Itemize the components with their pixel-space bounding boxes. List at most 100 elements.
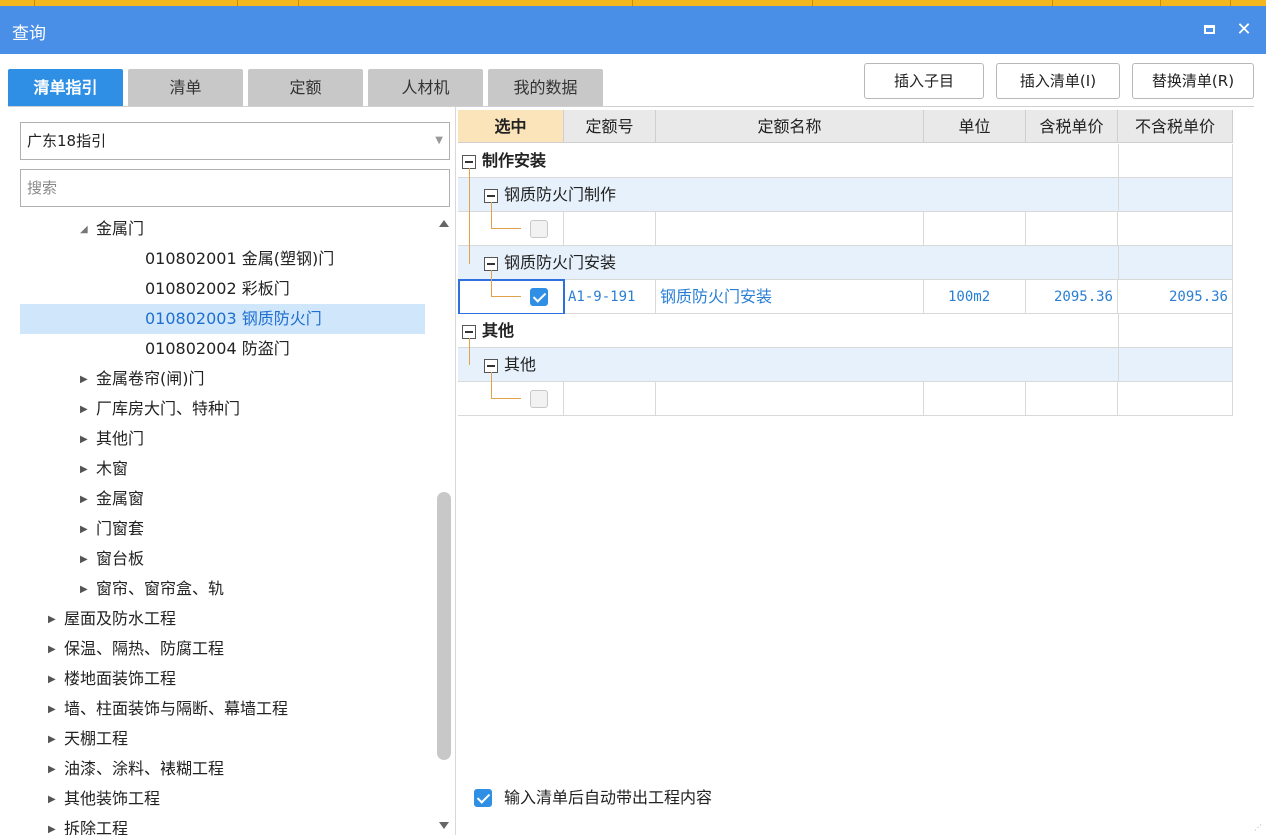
tree-node[interactable]: ▶ 保温、隔热、防腐工程 <box>48 634 224 664</box>
scroll-down-icon[interactable] <box>439 822 449 829</box>
tree-node-metal-door[interactable]: ◢ 金属门 <box>80 214 144 244</box>
tab-list[interactable]: 清单 <box>128 69 243 107</box>
quota-name: 钢质防火门安装 <box>656 280 924 314</box>
cell-focus <box>458 279 565 315</box>
quota-row[interactable] <box>458 212 1233 246</box>
chevron-down-icon: ▼ <box>435 135 443 146</box>
column-header-code[interactable]: 定额号 <box>564 110 656 143</box>
scrollbar-thumb[interactable] <box>437 492 451 760</box>
tree-node[interactable]: ▶ 墙、柱面装饰与隔断、幕墙工程 <box>48 694 288 724</box>
insert-list-button[interactable]: 插入清单(I) <box>996 63 1120 99</box>
collapsed-triangle-icon[interactable]: ▶ <box>48 755 64 785</box>
subgroup-row[interactable]: 其他 <box>458 348 1233 382</box>
auto-bring-content-checkbox[interactable] <box>474 789 492 807</box>
tree-node[interactable]: ▶ 门窗套 <box>80 514 144 544</box>
tree-node[interactable]: ▶ 其他门 <box>80 424 144 454</box>
tree-node[interactable]: ▶ 金属卷帘(闸)门 <box>80 364 205 394</box>
collapse-icon[interactable] <box>462 324 476 339</box>
tree-node-item-selected[interactable]: 010802003 钢质防火门 <box>20 304 425 334</box>
column-header-price-tax[interactable]: 含税单价 <box>1026 110 1118 143</box>
tree-node[interactable]: ▶ 窗帘、窗帘盒、轨 <box>80 574 224 604</box>
tree-connector <box>469 168 470 195</box>
quota-price-tax: 2095.36 <box>1026 280 1118 314</box>
column-header-selected[interactable]: 选中 <box>458 110 564 143</box>
quota-panel: 选中 定额号 定额名称 单位 含税单价 不含税单价 制作安装 钢质防火门制作 钢… <box>458 107 1266 835</box>
group-row[interactable]: 制作安装 <box>458 144 1233 178</box>
collapsed-triangle-icon[interactable]: ▶ <box>80 545 96 575</box>
collapsed-triangle-icon[interactable]: ▶ <box>80 515 96 545</box>
collapsed-triangle-icon[interactable]: ▶ <box>80 395 96 425</box>
maximize-icon[interactable] <box>1198 18 1222 42</box>
collapsed-triangle-icon[interactable]: ▶ <box>48 665 64 695</box>
collapse-icon[interactable] <box>484 256 498 271</box>
auto-bring-content-label: 输入清单后自动带出工程内容 <box>504 788 713 807</box>
collapsed-triangle-icon[interactable]: ▶ <box>48 635 64 665</box>
insert-child-button[interactable]: 插入子目 <box>864 63 984 99</box>
guide-select-value: 广东18指引 <box>27 132 107 150</box>
tree-connector <box>491 270 492 296</box>
replace-list-button[interactable]: 替换清单(R) <box>1132 63 1254 99</box>
column-header-unit[interactable]: 单位 <box>924 110 1026 143</box>
tree-connector <box>491 296 521 297</box>
close-icon[interactable]: ✕ <box>1232 18 1256 42</box>
tree-node[interactable]: ▶ 金属窗 <box>80 484 144 514</box>
tree-node-item[interactable]: 010802004 防盗门 <box>145 334 290 364</box>
collapsed-triangle-icon[interactable]: ▶ <box>80 365 96 395</box>
expanded-triangle-icon[interactable]: ◢ <box>80 215 96 245</box>
quota-row[interactable]: A1-9-191 钢质防火门安装 100m2 2095.36 2095.36 <box>458 279 1233 315</box>
resize-grip-icon[interactable]: ⋰ <box>1254 823 1264 833</box>
guide-panel: 广东18指引 ▼ ◢金属门 010802001 金属(塑钢)门 01080200… <box>8 107 456 835</box>
tree-node[interactable]: ▶ 窗台板 <box>80 544 144 574</box>
tree-node[interactable]: ▶ 屋面及防水工程 <box>48 604 176 634</box>
dialog-titlebar: 查询 ✕ <box>0 6 1266 54</box>
scroll-up-icon[interactable] <box>439 220 449 227</box>
tree-connector <box>469 195 470 264</box>
quota-row[interactable] <box>458 382 1233 416</box>
tree-node[interactable]: ▶ 厂库房大门、特种门 <box>80 394 240 424</box>
tree-connector <box>491 372 492 398</box>
tree-node[interactable]: ▶ 油漆、涂料、裱糊工程 <box>48 754 224 784</box>
collapsed-triangle-icon[interactable]: ▶ <box>48 605 64 635</box>
dialog-title: 查询 <box>12 24 46 44</box>
group-row[interactable]: 其他 <box>458 314 1233 348</box>
tree-node[interactable]: ▶ 拆除工程 <box>48 814 128 835</box>
collapsed-triangle-icon[interactable]: ▶ <box>48 785 64 815</box>
search-input[interactable] <box>20 169 450 207</box>
tree-node[interactable]: ▶ 天棚工程 <box>48 724 128 754</box>
collapsed-triangle-icon[interactable]: ▶ <box>80 575 96 605</box>
collapsed-triangle-icon[interactable]: ▶ <box>48 725 64 755</box>
collapse-icon[interactable] <box>462 154 476 169</box>
collapsed-triangle-icon[interactable]: ▶ <box>48 815 64 835</box>
tree-connector <box>491 228 521 229</box>
quota-price-notax: 2095.36 <box>1118 280 1233 314</box>
tree-node-item[interactable]: 010802002 彩板门 <box>145 274 290 304</box>
collapsed-triangle-icon[interactable]: ▶ <box>48 695 64 725</box>
tree-connector <box>491 202 492 228</box>
tree-node[interactable]: ▶ 其他装饰工程 <box>48 784 160 814</box>
collapse-icon[interactable] <box>484 358 498 373</box>
quota-unit: 100m2 <box>924 280 1026 314</box>
tab-my-data[interactable]: 我的数据 <box>488 69 603 107</box>
collapsed-triangle-icon[interactable]: ▶ <box>80 485 96 515</box>
column-header-name[interactable]: 定额名称 <box>656 110 924 143</box>
row-checkbox[interactable] <box>530 390 548 408</box>
tree-node-item[interactable]: 010802001 金属(塑钢)门 <box>145 244 334 274</box>
row-checkbox[interactable] <box>530 220 548 238</box>
guide-select[interactable]: 广东18指引 ▼ <box>20 122 450 160</box>
column-header-price-notax[interactable]: 不含税单价 <box>1118 110 1233 143</box>
subgroup-row[interactable]: 钢质防火门安装 <box>458 246 1233 280</box>
collapse-icon[interactable] <box>484 188 498 203</box>
tree-scrollbar[interactable] <box>435 214 454 835</box>
tree-node[interactable]: ▶ 楼地面装饰工程 <box>48 664 176 694</box>
subgroup-row[interactable]: 钢质防火门制作 <box>458 178 1233 212</box>
collapsed-triangle-icon[interactable]: ▶ <box>80 455 96 485</box>
collapsed-triangle-icon[interactable]: ▶ <box>80 425 96 455</box>
tree-connector <box>491 398 521 399</box>
guide-tree: ◢ 金属门 010802001 金属(塑钢)门 010802002 彩板门 010… <box>20 214 425 835</box>
tab-labor-material-machine[interactable]: 人材机 <box>368 69 483 107</box>
quota-code: A1-9-191 <box>564 280 656 314</box>
tree-node[interactable]: ▶ 木窗 <box>80 454 128 484</box>
tree-connector <box>469 338 470 365</box>
tab-quota[interactable]: 定额 <box>248 69 363 107</box>
tab-list-guide[interactable]: 清单指引 <box>8 69 123 107</box>
